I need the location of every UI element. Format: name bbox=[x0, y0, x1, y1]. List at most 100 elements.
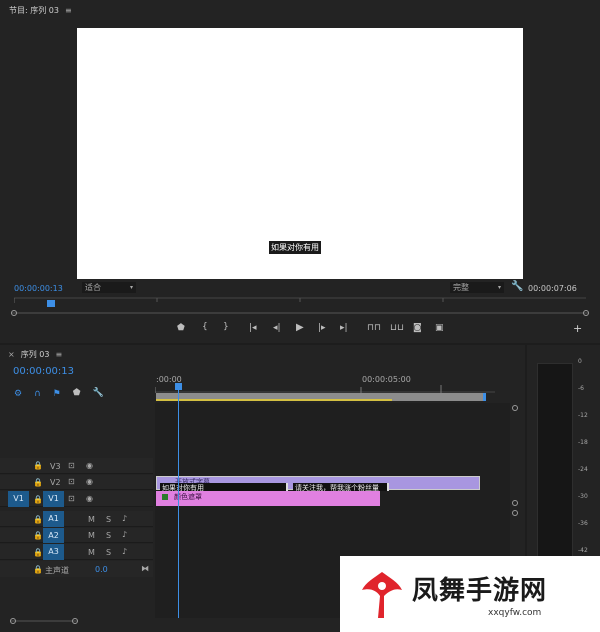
panel-menu-icon[interactable]: ≡ bbox=[65, 6, 72, 15]
eye-icon[interactable]: ◉ bbox=[86, 461, 93, 470]
toggle-sync-lock-icon[interactable]: ⊡ bbox=[68, 494, 75, 503]
program-video-frame[interactable]: 如果对你有用 bbox=[77, 28, 523, 279]
wrench-icon[interactable]: 🔧 bbox=[511, 282, 523, 292]
scroll-handle-left[interactable] bbox=[10, 618, 16, 624]
lock-icon[interactable]: 🔒 bbox=[33, 531, 43, 540]
video-track-v2: 🔒 V2 ⊡ ◉ bbox=[0, 475, 153, 490]
mute-button[interactable]: M bbox=[88, 515, 95, 524]
zoom-select[interactable]: 适合 ▾ bbox=[82, 282, 136, 293]
caption-clip[interactable]: 开放式字幕 如果对你有用 请关注我，帮我涨个粉丝量 bbox=[156, 476, 480, 492]
scroll-handle-right[interactable] bbox=[72, 618, 78, 624]
master-track-label: 主声道 bbox=[45, 566, 69, 575]
meter-bars bbox=[537, 363, 573, 578]
add-button-icon[interactable]: + bbox=[573, 323, 582, 334]
monitor-scrollbar[interactable] bbox=[11, 310, 589, 316]
add-marker-icon[interactable]: ⬟ bbox=[73, 389, 81, 399]
audio-track-a2: 🔒 A2 M S ♪ bbox=[0, 528, 153, 543]
settings-wrench-icon[interactable]: 🔧 bbox=[93, 389, 104, 399]
caption-segment-2[interactable]: 请关注我，帮我涨个粉丝量 bbox=[293, 483, 389, 492]
watermark-logo-icon bbox=[360, 568, 404, 620]
track-name-v3[interactable]: V3 bbox=[50, 462, 61, 471]
watermark-banner: 凤舞手游网 xxqyfw.com bbox=[340, 556, 600, 632]
timeline-playhead-line bbox=[178, 390, 179, 618]
playhead-timecode[interactable]: 00:00:00:13 bbox=[14, 284, 63, 293]
camera-icon[interactable]: ◙ bbox=[413, 324, 422, 333]
lock-icon[interactable]: 🔒 bbox=[33, 548, 43, 557]
snap-magnet-icon[interactable]: ∩ bbox=[34, 389, 41, 399]
eye-icon[interactable]: ◉ bbox=[86, 477, 93, 486]
watermark-brand: 凤舞手游网 bbox=[412, 576, 548, 606]
program-monitor-title[interactable]: 节目: 序列 03 bbox=[9, 5, 59, 16]
zoom-select-value: 适合 bbox=[85, 283, 101, 292]
mark-in-icon[interactable]: { bbox=[202, 323, 208, 332]
program-monitor-panel: 节目: 序列 03 ≡ 如果对你有用 00:00:00:13 适合 ▾ 完整 ▾… bbox=[0, 0, 600, 343]
ruler-mark-label: 00:00:05:00 bbox=[362, 375, 411, 384]
caption-segment-1[interactable]: 如果对你有用 bbox=[160, 483, 288, 492]
scroll-handle-left[interactable] bbox=[11, 310, 17, 316]
toggle-sync-lock-icon[interactable]: ⊡ bbox=[68, 461, 75, 470]
monitor-playhead[interactable] bbox=[47, 300, 55, 307]
panel-menu-icon[interactable]: ≡ bbox=[55, 350, 62, 359]
solo-button[interactable]: S bbox=[106, 548, 111, 557]
meter-scale-36: -36 bbox=[578, 520, 588, 527]
lock-icon[interactable]: 🔒 bbox=[33, 461, 43, 470]
lift-icon[interactable]: ⊓⊓ bbox=[367, 324, 381, 333]
source-patch-v1[interactable]: V1 bbox=[8, 491, 29, 507]
monitor-time-ruler[interactable] bbox=[14, 297, 586, 305]
microphone-icon[interactable]: ♪ bbox=[122, 547, 127, 556]
timeline-ruler[interactable]: :00:00 00:00:05:00 bbox=[155, 367, 495, 393]
timeline-tab[interactable]: × 序列 03 ≡ bbox=[8, 349, 62, 360]
watermark-url: xxqyfw.com bbox=[488, 608, 542, 618]
program-monitor-header: 节目: 序列 03 ≡ bbox=[9, 5, 72, 16]
scroll-handle-right[interactable] bbox=[583, 310, 589, 316]
comparison-view-icon[interactable]: ▣ bbox=[435, 324, 444, 333]
meter-scale-12: -12 bbox=[578, 412, 588, 419]
quality-select[interactable]: 完整 ▾ bbox=[450, 282, 504, 293]
lock-icon[interactable]: 🔒 bbox=[33, 565, 43, 574]
track-name-v1[interactable]: V1 bbox=[43, 491, 64, 507]
mark-out-icon[interactable]: } bbox=[223, 323, 229, 332]
timeline-scrollbar[interactable] bbox=[10, 618, 78, 624]
lock-icon[interactable]: 🔒 bbox=[33, 495, 43, 504]
video-track-v1: V1 🔒 V1 ⊡ ◉ bbox=[0, 491, 153, 507]
play-icon[interactable]: ▶ bbox=[296, 323, 304, 333]
microphone-icon[interactable]: ♪ bbox=[122, 530, 127, 539]
work-area-end[interactable] bbox=[483, 393, 486, 401]
master-volume-value[interactable]: 0.0 bbox=[95, 565, 108, 574]
add-marker-icon[interactable]: ⬟ bbox=[177, 324, 185, 333]
linked-selection-icon[interactable]: ⚑ bbox=[53, 389, 61, 399]
extract-icon[interactable]: ⊔⊔ bbox=[390, 324, 404, 333]
microphone-icon[interactable]: ♪ bbox=[122, 514, 127, 523]
solo-button[interactable]: S bbox=[106, 531, 111, 540]
mute-button[interactable]: M bbox=[88, 531, 95, 540]
step-forward-icon[interactable]: |▸ bbox=[318, 324, 326, 333]
go-to-out-icon[interactable]: ▸| bbox=[340, 324, 348, 333]
meter-scale-30: -30 bbox=[578, 493, 588, 500]
step-back-icon[interactable]: ◂| bbox=[273, 324, 281, 333]
work-area-bar[interactable] bbox=[156, 393, 486, 401]
go-to-end-icon[interactable]: ⧓ bbox=[141, 564, 149, 573]
close-icon[interactable]: × bbox=[8, 350, 15, 359]
toggle-sync-lock-icon[interactable]: ⊡ bbox=[68, 477, 75, 486]
master-track: 🔒 主声道 0.0 ⧓ bbox=[0, 561, 153, 577]
vertical-scroll-handle-top[interactable] bbox=[512, 405, 518, 411]
lock-icon[interactable]: 🔒 bbox=[33, 515, 43, 524]
vertical-scroll-handle-bottom[interactable] bbox=[512, 500, 518, 506]
track-name-v2[interactable]: V2 bbox=[50, 478, 61, 487]
go-to-in-icon[interactable]: |◂ bbox=[249, 324, 257, 333]
track-name-a1[interactable]: A1 bbox=[43, 511, 64, 527]
solo-button[interactable]: S bbox=[106, 515, 111, 524]
timeline-playhead-handle[interactable] bbox=[175, 383, 182, 390]
eye-icon[interactable]: ◉ bbox=[86, 494, 93, 503]
meter-scale-18: -18 bbox=[578, 439, 588, 446]
color-matte-clip[interactable]: 颜色遮罩 bbox=[156, 491, 380, 506]
timeline-timecode[interactable]: 00:00:00:13 bbox=[13, 366, 74, 377]
mute-button[interactable]: M bbox=[88, 548, 95, 557]
track-name-a3[interactable]: A3 bbox=[43, 544, 64, 560]
lock-icon[interactable]: 🔒 bbox=[33, 478, 43, 487]
caption-text: 如果对你有用 bbox=[269, 241, 321, 254]
track-name-a2[interactable]: A2 bbox=[43, 528, 64, 543]
chevron-down-icon: ▾ bbox=[497, 284, 501, 291]
vertical-scroll-handle-audio[interactable] bbox=[512, 510, 518, 516]
nest-icon[interactable]: ⚙ bbox=[14, 389, 22, 399]
